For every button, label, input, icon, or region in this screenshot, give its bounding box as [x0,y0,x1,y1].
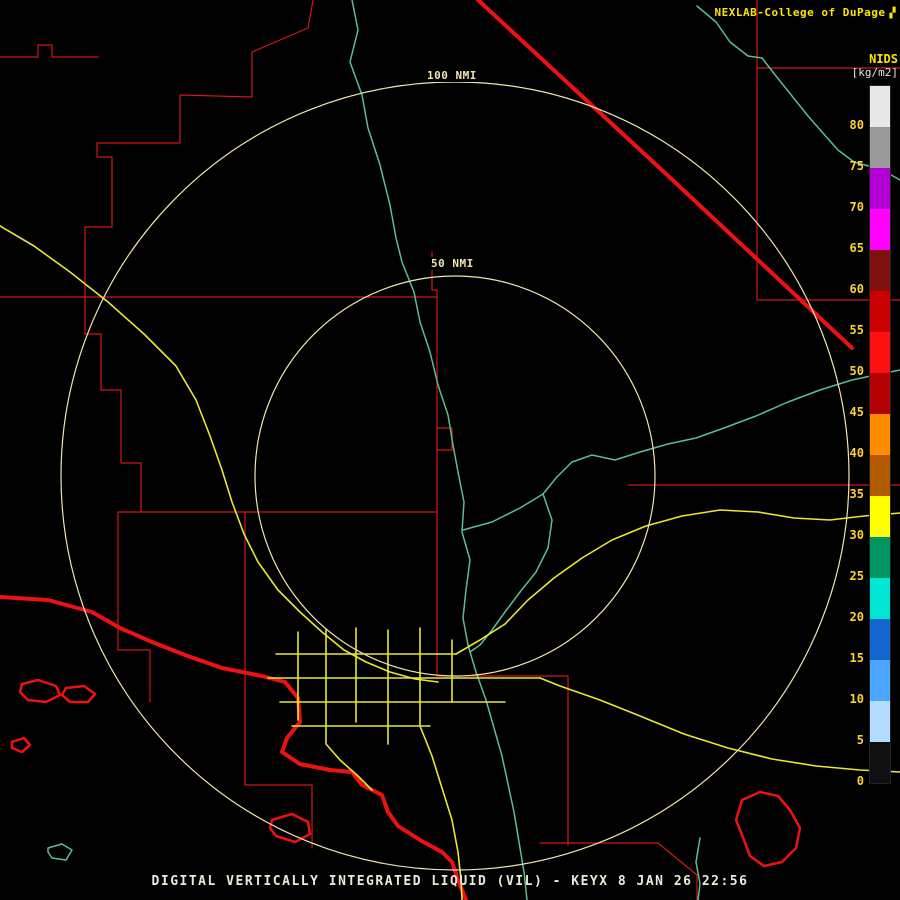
attribution-text: NEXLAB-College of DuPage [715,6,886,19]
colorbar-segment-20-25 [870,578,890,619]
colorbar-header: NIDS [kg/m2] [824,52,898,79]
rivers-line [48,844,72,860]
colorbar-tick-30: 30 [834,528,864,542]
colorbar-tick-75: 75 [834,159,864,173]
layer-state-borders [0,0,852,900]
nexlab-logo-icon: ▞ [889,8,896,19]
colorbar-tick-40: 40 [834,446,864,460]
colorbar-segment-45-50 [870,373,890,414]
layer-highways [0,226,900,900]
colorbar-tick-10: 10 [834,692,864,706]
colorbar-tick-80: 80 [834,118,864,132]
colorbar-tick-0: 0 [834,774,864,788]
radar-display: 100 NMI 50 NMI NEXLAB-College of DuPage▞… [0,0,900,900]
colorbar-tick-45: 45 [834,405,864,419]
colorbar-segments [870,86,890,783]
scale-title: NIDS [824,52,898,66]
colorbar-segment-65-70 [870,209,890,250]
colorbar-segment-5-10 [870,701,890,742]
highways-line [456,624,505,654]
colorbar-segment-80-85 [870,86,890,127]
colorbar-tick-15: 15 [834,651,864,665]
islands-line [20,680,60,702]
range-ring [255,276,655,676]
islands-line [736,792,800,866]
colorbar-segment-10-15 [870,660,890,701]
layer-rivers [48,0,900,900]
attribution: NEXLAB-College of DuPage▞ [715,6,896,19]
colorbar-tick-55: 55 [834,323,864,337]
county-borders-line [0,45,98,57]
colorbar-segment-0-5 [870,742,890,783]
scale-units: [kg/m2] [824,66,898,79]
colorbar-segment-25-30 [870,537,890,578]
layer-islands [12,680,800,866]
colorbar-tick-60: 60 [834,282,864,296]
vil-colorbar [869,85,891,784]
state-borders-line [478,0,852,348]
colorbar-tick-70: 70 [834,200,864,214]
rivers-line [470,494,552,652]
colorbar-segment-55-60 [870,291,890,332]
colorbar-tick-20: 20 [834,610,864,624]
colorbar-tick-65: 65 [834,241,864,255]
product-caption: DIGITAL VERTICALLY INTEGRATED LIQUID (VI… [0,874,900,889]
colorbar-segment-35-40 [870,455,890,496]
range-rings [61,82,849,870]
county-borders-line [85,297,150,702]
colorbar-tick-25: 25 [834,569,864,583]
range-ring-label-50nmi: 50 NMI [428,257,477,270]
range-ring-label-100nmi: 100 NMI [424,69,480,82]
radar-map [0,0,900,900]
colorbar-tick-5: 5 [834,733,864,747]
colorbar-segment-30-35 [870,496,890,537]
layer-county-borders [0,0,900,900]
colorbar-segment-40-45 [870,414,890,455]
colorbar-segment-50-55 [870,332,890,373]
islands-line [12,738,30,752]
islands-line [62,686,95,702]
colorbar-tick-35: 35 [834,487,864,501]
colorbar-tick-50: 50 [834,364,864,378]
county-borders-line [85,0,313,297]
colorbar-segment-60-65 [870,250,890,291]
range-ring [61,82,849,870]
colorbar-segment-70-75 [870,168,890,209]
islands-line [270,814,310,842]
county-borders-line [432,252,437,676]
colorbar-segment-75-80 [870,127,890,168]
colorbar-segment-15-20 [870,619,890,660]
county-borders-line [437,428,452,450]
county-borders-line [540,843,697,900]
